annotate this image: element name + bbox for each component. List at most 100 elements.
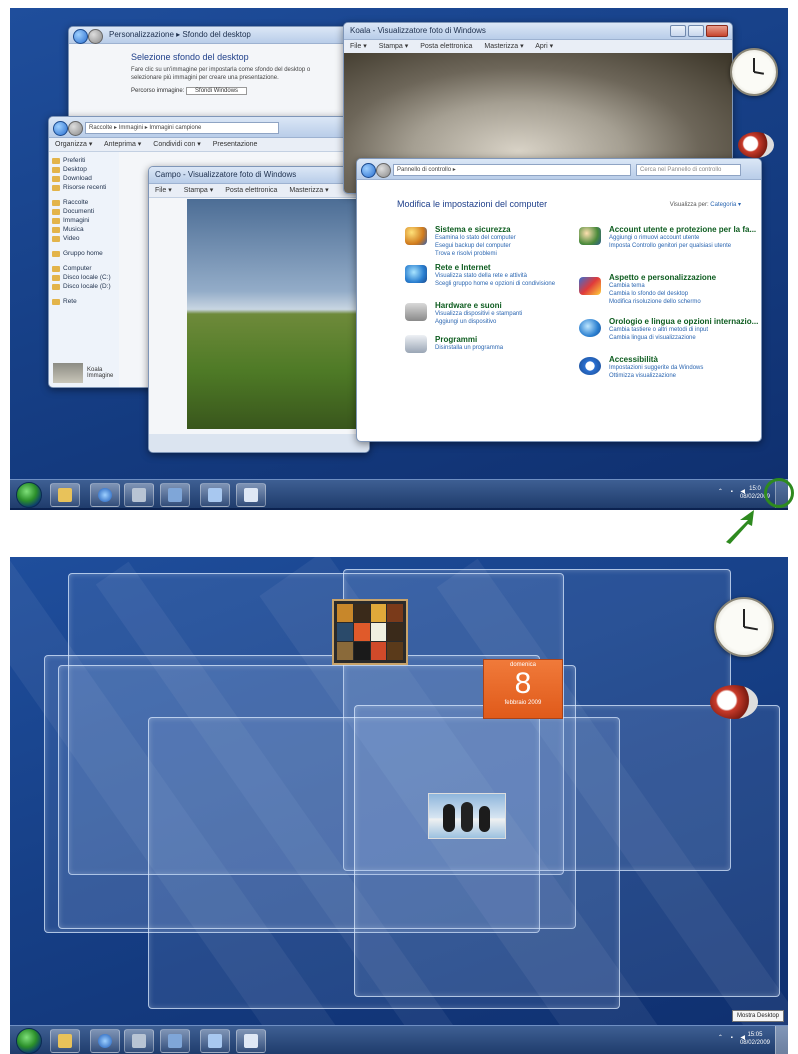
- cpl-link[interactable]: Imposta Controllo genitori per qualsiasi…: [609, 242, 756, 250]
- taskbar-window-switch[interactable]: [200, 1029, 230, 1053]
- cpl-link[interactable]: Esegui backup del computer: [435, 242, 516, 250]
- cpl-programs-title[interactable]: Programmi: [435, 335, 503, 344]
- cpl-network-internet[interactable]: Rete e Internet Visualizza stato della r…: [435, 263, 555, 288]
- taskbar-control-panel[interactable]: [124, 483, 154, 507]
- cpl-accessibility-title[interactable]: Accessibilità: [609, 355, 703, 364]
- cpl-link[interactable]: Trova e risolvi problemi: [435, 250, 516, 258]
- sidebar-item-homegroup[interactable]: Gruppo home: [49, 249, 119, 258]
- cpl-link[interactable]: Modifica risoluzione dello schermo: [609, 298, 716, 306]
- picture-location-select[interactable]: Sfondi Windows: [186, 87, 248, 95]
- cpl-user-accounts-title[interactable]: Account utente e protezione per la fa...: [609, 225, 756, 234]
- back-icon[interactable]: [73, 29, 88, 44]
- menu-email[interactable]: Posta elettronica: [420, 43, 472, 50]
- toolbar-preview[interactable]: Anteprima ▾: [104, 141, 141, 148]
- start-orb-icon[interactable]: [16, 1028, 42, 1054]
- taskbar-explorer[interactable]: [50, 1029, 80, 1053]
- forward-icon[interactable]: [376, 163, 391, 178]
- cpl-link[interactable]: Aggiungi o rimuovi account utente: [609, 234, 756, 242]
- clock-gadget-icon[interactable]: [730, 48, 778, 96]
- slideshow-gadget[interactable]: [428, 793, 506, 839]
- taskbar-explorer[interactable]: [50, 483, 80, 507]
- picture-puzzle-gadget-icon[interactable]: [332, 599, 408, 665]
- taskbar-window-switch[interactable]: [200, 483, 230, 507]
- forward-icon[interactable]: [68, 121, 83, 136]
- taskbar-help[interactable]: [90, 1029, 120, 1053]
- cpl-clock-language[interactable]: Orologio e lingua e opzioni internazio..…: [609, 317, 758, 342]
- back-icon[interactable]: [361, 163, 376, 178]
- cpl-accessibility[interactable]: Accessibilità Impostazioni suggerite da …: [609, 355, 703, 380]
- taskbar-help[interactable]: [90, 483, 120, 507]
- forward-icon[interactable]: [88, 29, 103, 44]
- control-panel-search[interactable]: Cerca nel Pannello di controllo: [636, 164, 741, 176]
- cpl-link[interactable]: Cambia tema: [609, 282, 716, 290]
- close-icon[interactable]: [706, 25, 728, 37]
- sidebar-item-network[interactable]: Rete: [49, 297, 119, 306]
- cpl-link[interactable]: Cambia lo sfondo del desktop: [609, 290, 716, 298]
- sidebar-item-desktop[interactable]: Desktop: [49, 165, 119, 174]
- cpl-link[interactable]: Aggiungi un dispositivo: [435, 318, 522, 326]
- back-icon[interactable]: [53, 121, 68, 136]
- show-desktop-button[interactable]: [775, 1026, 788, 1054]
- cpl-link[interactable]: Impostazioni suggerite da Windows: [609, 364, 703, 372]
- taskbar-folder[interactable]: [236, 483, 266, 507]
- toolbar-share[interactable]: Condividi con ▾: [153, 141, 200, 148]
- clock-gadget-icon[interactable]: [714, 597, 774, 657]
- sidebar-item-music[interactable]: Musica: [49, 225, 119, 234]
- menu-file[interactable]: File ▾: [350, 43, 367, 50]
- window-control-panel[interactable]: Pannello di controllo ▸ Cerca nel Pannel…: [356, 158, 762, 442]
- cpl-hardware-sound-title[interactable]: Hardware e suoni: [435, 301, 522, 310]
- cpl-programs[interactable]: Programmi Disinstalla un programma: [435, 335, 503, 352]
- cpl-link[interactable]: Esamina lo stato del computer: [435, 234, 516, 242]
- sidebar-item-computer[interactable]: Computer: [49, 264, 119, 273]
- calendar-gadget[interactable]: domenica 8 febbraio 2009: [483, 659, 563, 719]
- toolbar-slideshow[interactable]: Presentazione: [213, 141, 258, 148]
- menu-print[interactable]: Stampa ▾: [184, 187, 214, 194]
- cpl-user-accounts[interactable]: Account utente e protezione per la fa...…: [609, 225, 756, 250]
- cpl-system-security[interactable]: Sistema e sicurezza Esamina lo stato del…: [435, 225, 516, 258]
- maximize-icon[interactable]: [688, 25, 704, 37]
- cpu-meter-gadget-icon[interactable]: [738, 132, 774, 158]
- sidebar-item-documents[interactable]: Documenti: [49, 207, 119, 216]
- menu-print[interactable]: Stampa ▾: [379, 43, 409, 50]
- sidebar-item-favorites[interactable]: Preferiti: [49, 156, 119, 165]
- taskbar-clock[interactable]: 15:05 08/02/2009: [740, 1031, 770, 1047]
- control-panel-address[interactable]: Pannello di controllo ▸: [393, 164, 631, 176]
- sidebar-item-libraries[interactable]: Raccolte: [49, 198, 119, 207]
- cpl-link[interactable]: Ottimizza visualizzazione: [609, 372, 703, 380]
- cpl-link[interactable]: Visualizza dispositivi e stampanti: [435, 310, 522, 318]
- taskbar-photo-viewer[interactable]: [160, 483, 190, 507]
- window-photo-viewer-field[interactable]: Campo - Visualizzatore foto di Windows F…: [148, 166, 370, 453]
- cpu-meter-gadget-icon[interactable]: [710, 685, 758, 719]
- cpl-link[interactable]: Visualizza stato della rete e attività: [435, 272, 555, 280]
- sidebar-item-downloads[interactable]: Download: [49, 174, 119, 183]
- sidebar-item-disk-d[interactable]: Disco locale (D:): [49, 282, 119, 291]
- sidebar-item-pictures[interactable]: Immagini: [49, 216, 119, 225]
- taskbar-folder[interactable]: [236, 1029, 266, 1053]
- cpl-clock-language-title[interactable]: Orologio e lingua e opzioni internazio..…: [609, 317, 758, 326]
- menu-burn[interactable]: Masterizza ▾: [484, 43, 523, 50]
- cpl-link[interactable]: Disinstalla un programma: [435, 344, 503, 352]
- menu-email[interactable]: Posta elettronica: [225, 187, 277, 194]
- sidebar-item-video[interactable]: Video: [49, 234, 119, 243]
- toolbar-organize[interactable]: Organizza ▾: [55, 141, 92, 148]
- sidebar-item-disk-c[interactable]: Disco locale (C:): [49, 273, 119, 282]
- view-by-select[interactable]: Categoria ▾: [710, 202, 741, 208]
- taskbar-photo-viewer[interactable]: [160, 1029, 190, 1053]
- cpl-link[interactable]: Cambia lingua di visualizzazione: [609, 334, 758, 342]
- taskbar-control-panel[interactable]: [124, 1029, 154, 1053]
- menu-open[interactable]: Apri ▾: [535, 43, 553, 50]
- menu-burn[interactable]: Masterizza ▾: [289, 187, 328, 194]
- cpl-appearance[interactable]: Aspetto e personalizzazione Cambia tema …: [609, 273, 716, 306]
- cpl-link[interactable]: Scegli gruppo home e opzioni di condivis…: [435, 280, 555, 288]
- explorer-address-bar[interactable]: Raccolte ▸ Immagini ▸ Immagini campione: [85, 122, 279, 134]
- sidebar-item-recent[interactable]: Risorse recenti: [49, 183, 119, 192]
- cpl-network-internet-title[interactable]: Rete e Internet: [435, 263, 555, 272]
- cpl-appearance-title[interactable]: Aspetto e personalizzazione: [609, 273, 716, 282]
- cpl-hardware-sound[interactable]: Hardware e suoni Visualizza dispositivi …: [435, 301, 522, 326]
- explorer-details-pane: Koala Immagine: [53, 363, 113, 383]
- cpl-link[interactable]: Cambia tastiere o altri metodi di input: [609, 326, 758, 334]
- minimize-icon[interactable]: [670, 25, 686, 37]
- menu-file[interactable]: File ▾: [155, 187, 172, 194]
- cpl-system-security-title[interactable]: Sistema e sicurezza: [435, 225, 516, 234]
- start-orb-icon[interactable]: [16, 482, 42, 508]
